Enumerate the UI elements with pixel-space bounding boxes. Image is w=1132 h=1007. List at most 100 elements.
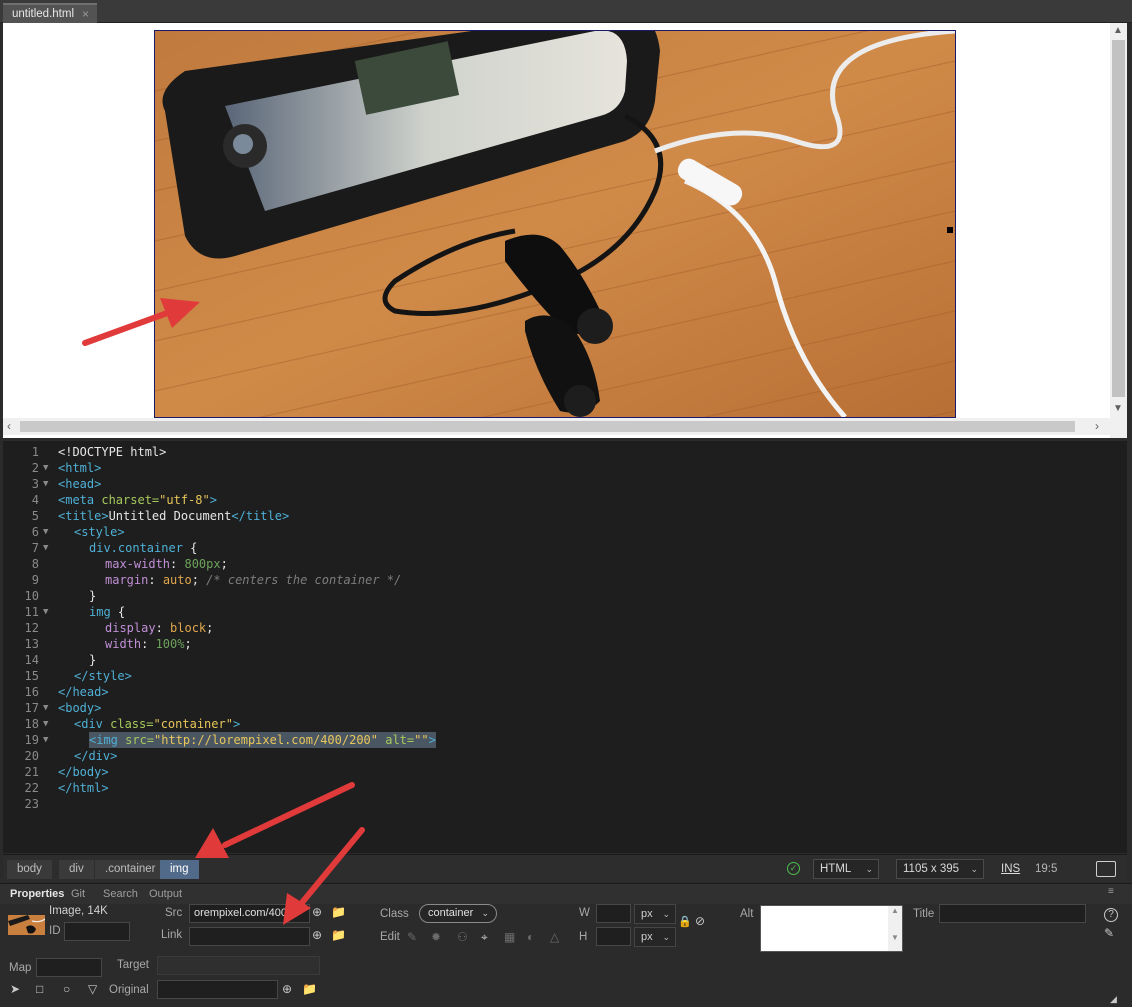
code-line[interactable]: 18 ▼ <div class="container"> xyxy=(3,716,1127,732)
tab-git[interactable]: Git xyxy=(71,888,85,900)
code-line[interactable]: 19 ▼ <img src="http://lorempixel.com/400/2… xyxy=(3,732,1127,748)
breadcrumb-container[interactable]: .container xyxy=(95,860,166,879)
width-unit-select[interactable]: px ⌄ xyxy=(634,904,676,924)
code-text: <div class="container"> xyxy=(74,716,240,732)
edit-icon[interactable]: ✎ xyxy=(1104,926,1114,940)
code-line[interactable]: 11 ▼ img { xyxy=(3,604,1127,620)
fold-arrow-icon[interactable]: ▼ xyxy=(43,716,48,732)
code-line[interactable]: 7 ▼ div.container { xyxy=(3,540,1127,556)
code-line[interactable]: 20 </div> xyxy=(3,748,1127,764)
window-size-select[interactable]: 1105 x 395 ⌄ xyxy=(896,859,984,879)
pencil-icon[interactable]: ✎ xyxy=(407,930,417,944)
tab-output[interactable]: Output xyxy=(149,888,182,900)
code-token: ; xyxy=(191,573,207,587)
close-icon[interactable]: × xyxy=(82,4,89,24)
reset-size-icon[interactable]: ⊘ xyxy=(695,914,705,928)
vertical-scroll-thumb[interactable] xyxy=(1112,40,1125,397)
code-line[interactable]: 21 </body> xyxy=(3,764,1127,780)
fold-arrow-icon[interactable]: ▼ xyxy=(43,732,48,748)
document-tab[interactable]: untitled.html × xyxy=(3,3,98,24)
scroll-left-icon[interactable]: ‹ xyxy=(7,419,11,433)
src-field[interactable]: orempixel.com/400 xyxy=(189,904,310,923)
code-line[interactable]: 16 </head> xyxy=(3,684,1127,700)
link-field[interactable] xyxy=(189,927,310,946)
code-line[interactable]: 6 ▼ <style> xyxy=(3,524,1127,540)
code-line[interactable]: 4 <meta charset="utf-8"> xyxy=(3,492,1127,508)
polygon-hotspot-icon[interactable]: ▽ xyxy=(88,982,97,996)
fold-arrow-icon[interactable]: ▼ xyxy=(43,476,48,492)
optimize-icon[interactable]: ⚇ xyxy=(457,930,468,944)
sharpen-icon[interactable]: △ xyxy=(550,930,559,944)
code-line[interactable]: 23 xyxy=(3,796,1127,812)
code-line[interactable]: 8 max-width: 800px; xyxy=(3,556,1127,572)
scroll-right-icon[interactable]: › xyxy=(1095,419,1099,433)
code-view[interactable]: 1 <!DOCTYPE html> 2 ▼ <html> 3 ▼ <head> 4 <met… xyxy=(3,441,1127,853)
circle-hotspot-icon[interactable]: ○ xyxy=(63,982,70,996)
tab-properties[interactable]: Properties xyxy=(10,888,64,900)
code-line[interactable]: 12 display: block; xyxy=(3,620,1127,636)
code-token: margin xyxy=(105,573,149,587)
fold-arrow-icon[interactable]: ▼ xyxy=(43,540,48,556)
crop-icon[interactable]: ⌖ xyxy=(481,930,488,944)
selected-image[interactable] xyxy=(154,30,956,418)
folder-icon[interactable]: 📁 xyxy=(302,982,317,996)
code-line[interactable]: 9 margin: auto; /* centers the container … xyxy=(3,572,1127,588)
code-line[interactable]: 22 </html> xyxy=(3,780,1127,796)
code-line[interactable]: 3 ▼ <head> xyxy=(3,476,1127,492)
alt-field[interactable]: ▲ ▼ xyxy=(760,905,903,952)
tab-search[interactable]: Search xyxy=(103,888,138,900)
rect-hotspot-icon[interactable]: □ xyxy=(36,982,43,996)
class-select[interactable]: container ⌄ xyxy=(419,904,497,923)
code-token: > xyxy=(209,493,217,507)
height-field[interactable] xyxy=(596,927,631,946)
fold-arrow-icon[interactable]: ▼ xyxy=(43,700,48,716)
design-view[interactable]: ▲ ▼ ‹ › xyxy=(3,23,1127,438)
fold-arrow-icon[interactable]: ▼ xyxy=(43,524,48,540)
resize-grip-icon[interactable]: ◢ xyxy=(1110,992,1117,1006)
live-preview-icon[interactable] xyxy=(1096,861,1116,877)
folder-icon[interactable]: 📁 xyxy=(331,928,346,942)
resample-icon[interactable]: ▦ xyxy=(504,930,515,944)
target-icon[interactable]: ⊕ xyxy=(312,928,322,942)
target-select[interactable] xyxy=(157,956,320,975)
breadcrumb-img[interactable]: img xyxy=(160,860,199,879)
horizontal-scroll-thumb[interactable] xyxy=(20,421,1075,432)
id-field[interactable] xyxy=(64,922,130,941)
help-icon[interactable]: ? xyxy=(1104,908,1118,922)
scroll-up-icon[interactable]: ▲ xyxy=(1113,25,1123,36)
title-field[interactable] xyxy=(939,904,1086,923)
fold-arrow-icon[interactable]: ▼ xyxy=(43,460,48,476)
target-icon[interactable]: ⊕ xyxy=(312,905,322,919)
settings-icon[interactable]: ✹ xyxy=(431,930,441,944)
code-line[interactable]: 15 </style> xyxy=(3,668,1127,684)
lock-icon[interactable]: 🔒 xyxy=(678,915,692,929)
map-field[interactable] xyxy=(36,958,102,977)
folder-icon[interactable]: 📁 xyxy=(331,905,346,919)
original-field[interactable] xyxy=(157,980,278,999)
code-line[interactable]: 2 ▼ <html> xyxy=(3,460,1127,476)
document-type-select[interactable]: HTML ⌄ xyxy=(813,859,879,879)
code-line[interactable]: 14} xyxy=(3,652,1127,668)
breadcrumb-div[interactable]: div xyxy=(59,860,94,879)
height-unit-select[interactable]: px ⌄ xyxy=(634,927,676,947)
alt-scrollbar[interactable]: ▲ ▼ xyxy=(888,906,902,951)
code-line[interactable]: 5 <title>Untitled Document</title> xyxy=(3,508,1127,524)
resize-handle[interactable] xyxy=(947,227,953,233)
width-field[interactable] xyxy=(596,904,631,923)
selected-code[interactable]: <img src="http://lorempixel.com/400/200"… xyxy=(89,732,436,748)
vertical-scrollbar[interactable]: ▲ ▼ xyxy=(1110,23,1127,420)
brightness-icon[interactable]: ◐ xyxy=(527,930,534,944)
scroll-down-icon[interactable]: ▼ xyxy=(1113,403,1123,414)
horizontal-scrollbar[interactable]: ‹ › xyxy=(3,418,1110,435)
code-line[interactable]: 10} xyxy=(3,588,1127,604)
pointer-icon[interactable]: ➤ xyxy=(10,982,20,996)
code-line[interactable]: 1 <!DOCTYPE html> xyxy=(3,444,1127,460)
panel-menu-icon[interactable]: ≡ xyxy=(1108,887,1114,897)
target-icon[interactable]: ⊕ xyxy=(282,982,292,996)
code-line[interactable]: 17 ▼ <body> xyxy=(3,700,1127,716)
code-line[interactable]: 13 width: 100%; xyxy=(3,636,1127,652)
insert-mode-toggle[interactable]: INS xyxy=(1001,863,1020,875)
fold-arrow-icon[interactable]: ▼ xyxy=(43,604,48,620)
breadcrumb-body[interactable]: body xyxy=(7,860,52,879)
check-circle-icon[interactable]: ✓ xyxy=(787,862,800,875)
